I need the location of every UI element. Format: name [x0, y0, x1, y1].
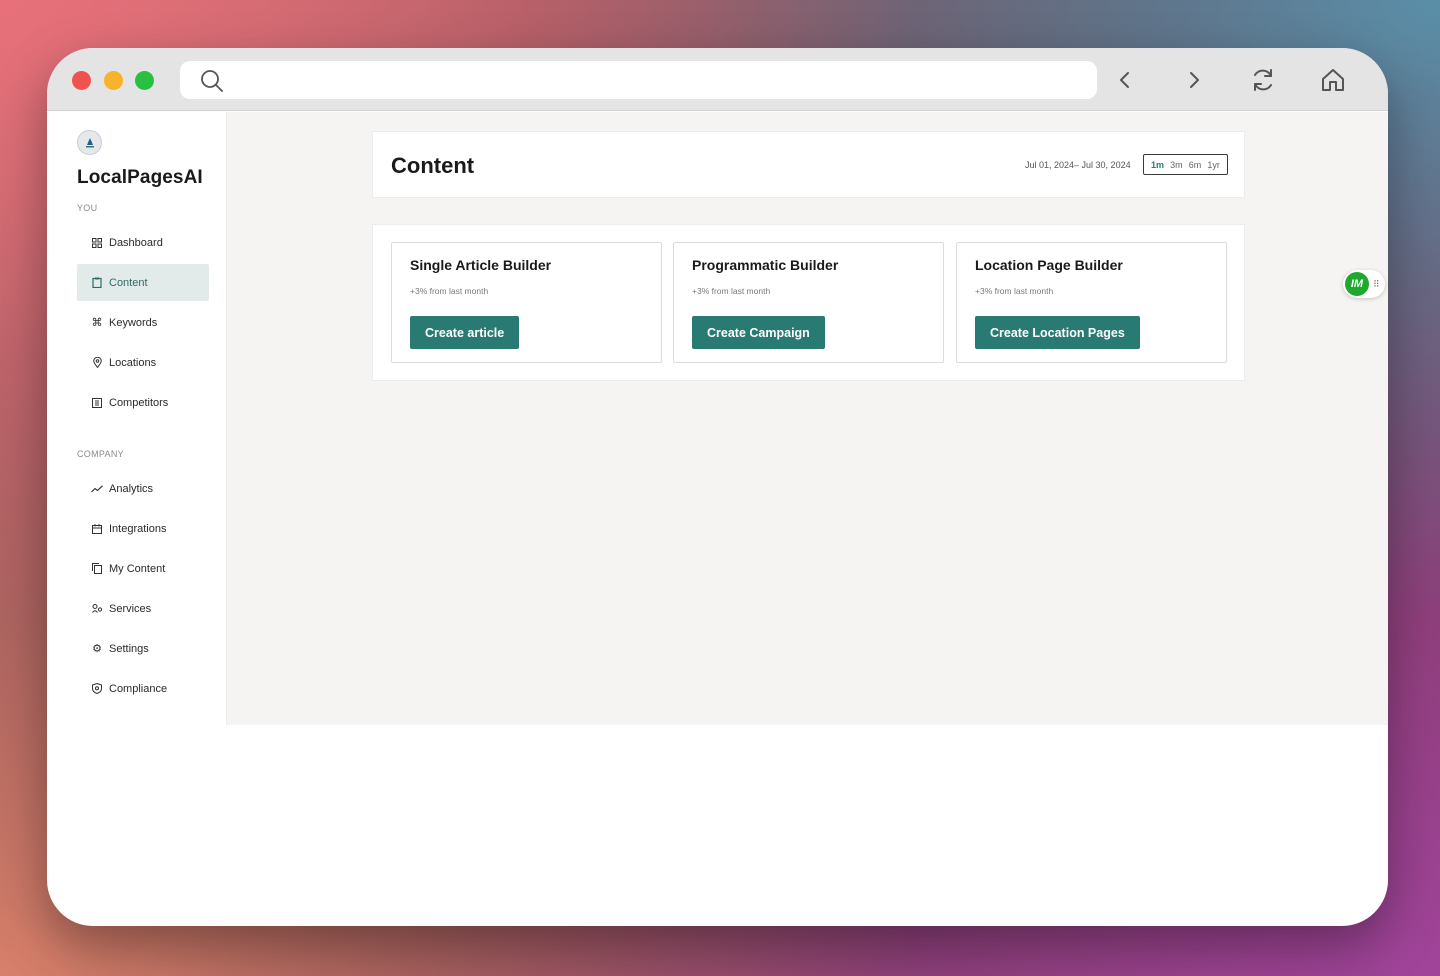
range-tab-6m[interactable]: 6m — [1189, 160, 1202, 170]
app-viewport: LocalPagesAI YOU Dashboard Content ⌘ Key… — [47, 112, 1388, 725]
extension-widget[interactable]: IM ⠿ — [1343, 270, 1385, 298]
browser-toolbar — [47, 48, 1388, 111]
section-label-company: COMPANY — [77, 449, 124, 459]
sidebar-item-label: Compliance — [109, 682, 168, 695]
create-location-pages-button[interactable]: Create Location Pages — [975, 316, 1140, 349]
range-tab-1yr[interactable]: 1yr — [1207, 160, 1220, 170]
builder-card-single-article: Single Article Builder +3% from last mon… — [391, 242, 662, 363]
page-title: Content — [391, 153, 475, 178]
people-icon — [91, 603, 103, 615]
sidebar-item-label: Competitors — [109, 396, 169, 409]
card-title: Single Article Builder — [410, 257, 552, 273]
range-selector: 1m 3m 6m 1yr — [1143, 154, 1228, 175]
range-tab-1m[interactable]: 1m — [1151, 160, 1164, 170]
logo-icon[interactable] — [77, 130, 102, 155]
create-campaign-button[interactable]: Create Campaign — [692, 316, 825, 349]
map-pin-icon — [91, 357, 103, 369]
sidebar-item-my-content[interactable]: My Content — [77, 550, 209, 587]
command-icon: ⌘ — [91, 317, 103, 329]
sidebar-item-label: Content — [109, 276, 148, 289]
range-tab-3m[interactable]: 3m — [1170, 160, 1183, 170]
date-range[interactable]: Jul 01, 2024– Jul 30, 2024 — [1025, 160, 1131, 170]
card-subtitle: +3% from last month — [692, 286, 771, 296]
builders-panel: Single Article Builder +3% from last mon… — [372, 224, 1245, 381]
home-button[interactable] — [1319, 66, 1347, 94]
minimize-window-button[interactable] — [104, 71, 123, 90]
brand-name: LocalPagesAI — [77, 167, 203, 188]
card-title: Location Page Builder — [975, 257, 1123, 273]
copy-icon — [91, 563, 103, 575]
reload-icon — [1254, 69, 1272, 91]
building-icon — [91, 397, 103, 409]
sidebar-item-settings[interactable]: ⚙ Settings — [77, 630, 209, 667]
chevron-left-icon — [1120, 72, 1129, 88]
card-title: Programmatic Builder — [692, 257, 839, 273]
sidebar-item-locations[interactable]: Locations — [77, 344, 209, 381]
sidebar-item-label: Integrations — [109, 522, 167, 535]
back-button[interactable] — [1111, 66, 1139, 94]
page-header: Content Jul 01, 2024– Jul 30, 2024 1m 3m… — [372, 131, 1245, 198]
sidebar-item-label: Analytics — [109, 482, 154, 495]
search-icon — [201, 70, 223, 92]
create-article-button[interactable]: Create article — [410, 316, 520, 349]
sidebar-item-integrations[interactable]: Integrations — [77, 510, 209, 547]
sidebar-item-analytics[interactable]: Analytics — [77, 470, 209, 507]
calendar-icon — [91, 523, 103, 535]
browser-window: LocalPagesAI YOU Dashboard Content ⌘ Key… — [47, 48, 1388, 926]
card-subtitle: +3% from last month — [975, 286, 1054, 296]
builder-card-programmatic: Programmatic Builder +3% from last month… — [673, 242, 944, 363]
sidebar-item-label: Locations — [109, 356, 157, 369]
address-bar[interactable] — [180, 61, 1097, 99]
sidebar-item-services[interactable]: Services — [77, 590, 209, 627]
forward-button[interactable] — [1180, 66, 1208, 94]
sidebar: LocalPagesAI YOU Dashboard Content ⌘ Key… — [47, 112, 227, 725]
extension-logo-icon: IM — [1345, 272, 1369, 296]
sidebar-item-dashboard[interactable]: Dashboard — [77, 224, 209, 261]
sidebar-item-compliance[interactable]: Compliance — [77, 670, 209, 707]
sailboat-icon — [85, 137, 94, 147]
sidebar-item-label: My Content — [109, 562, 166, 575]
sidebar-item-competitors[interactable]: Competitors — [77, 384, 209, 421]
reload-button[interactable] — [1249, 66, 1277, 94]
shield-icon — [91, 683, 103, 695]
builder-card-location-page: Location Page Builder +3% from last mont… — [956, 242, 1227, 363]
sidebar-item-keywords[interactable]: ⌘ Keywords — [77, 304, 209, 341]
gear-icon: ⚙ — [92, 643, 102, 655]
trend-icon — [91, 483, 103, 495]
sidebar-item-label: Services — [109, 602, 152, 615]
sidebar-item-label: Keywords — [109, 316, 158, 329]
clipboard-icon — [91, 277, 103, 289]
chevron-right-icon — [1190, 72, 1199, 88]
drag-handle-icon[interactable]: ⠿ — [1373, 279, 1380, 289]
card-subtitle: +3% from last month — [410, 286, 489, 296]
sidebar-item-label: Dashboard — [109, 236, 163, 249]
close-window-button[interactable] — [72, 71, 91, 90]
home-icon — [1322, 69, 1344, 91]
section-label-you: YOU — [77, 203, 98, 213]
maximize-window-button[interactable] — [135, 71, 154, 90]
grid-icon — [91, 237, 103, 249]
sidebar-item-label: Settings — [109, 642, 149, 655]
sidebar-item-content[interactable]: Content — [77, 264, 209, 301]
